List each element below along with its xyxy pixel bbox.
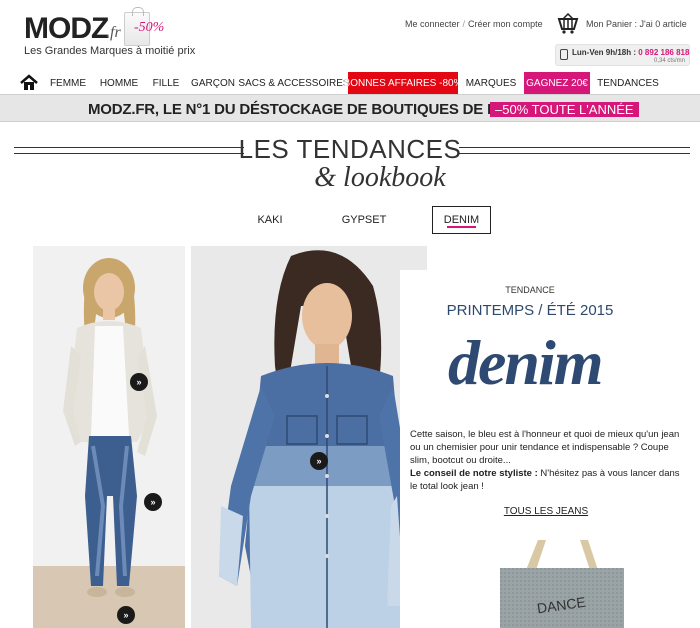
signup-link[interactable]: Créer mon compte bbox=[468, 19, 543, 29]
hours-label: Lun-Ven 9h/18h : bbox=[572, 48, 637, 57]
banner-part2: N°1 DU DÉSTOCKAGE bbox=[185, 101, 344, 118]
hotspot-arrow-icon[interactable]: » bbox=[144, 493, 162, 511]
trend-panel: Tendance PRINTEMPS / ÉTÉ 2015 denim Cett… bbox=[400, 270, 690, 628]
main-nav: Femme Homme Fille Garçon Sacs & accessoi… bbox=[14, 72, 690, 94]
nav-item-femme[interactable]: Femme bbox=[44, 72, 92, 94]
nav-item-gagnez[interactable]: Gagnez 20€ bbox=[524, 72, 590, 94]
tab-gypset[interactable]: Gypset bbox=[333, 206, 395, 234]
lookbook-photo-1[interactable]: » » » bbox=[33, 246, 185, 628]
call-cost: 0,34 cts/mn bbox=[653, 58, 685, 64]
phone-icon bbox=[560, 49, 568, 60]
basket-icon[interactable] bbox=[555, 13, 581, 35]
tab-denim-label: Denim bbox=[443, 214, 480, 226]
trend-season: PRINTEMPS / ÉTÉ 2015 bbox=[446, 302, 614, 319]
nav-item-garcon[interactable]: Garçon bbox=[186, 72, 240, 94]
tab-kaki[interactable]: Kaki bbox=[243, 206, 297, 234]
phone-number: 0 892 186 818 bbox=[638, 48, 690, 57]
nav-item-tendances[interactable]: Tendances bbox=[590, 72, 666, 94]
banner-part1: MODZ.FR, LE bbox=[88, 101, 186, 118]
lookbook-photo-2[interactable]: » bbox=[191, 246, 427, 628]
basket-label[interactable]: Mon Panier : J'ai 0 article bbox=[586, 19, 687, 29]
logo-tagline: Les Grandes Marques à moitié prix bbox=[24, 45, 196, 57]
login-link[interactable]: Me connecter bbox=[405, 19, 460, 29]
nav-item-sacs-accessoires[interactable]: Sacs & accessoires bbox=[238, 72, 349, 94]
trend-kicker: Tendance bbox=[505, 285, 555, 295]
account-separator: / bbox=[462, 19, 466, 29]
logo-tld: .fr bbox=[106, 24, 121, 41]
banner-message: MODZ.FR, LE N°1 DU DÉSTOCKAGE DE BOUTIQU… bbox=[88, 101, 535, 118]
logo[interactable]: MODZ .fr -50% Les Grandes Marques à moit… bbox=[24, 7, 195, 60]
trend-body-1: Cette saison, le bleu est à l'honneur et… bbox=[410, 429, 680, 466]
nav-item-homme[interactable]: Homme bbox=[92, 72, 146, 94]
logo-discount: -50% bbox=[134, 20, 165, 35]
logo-wordmark: MODZ bbox=[24, 12, 109, 45]
stylist-tip-label: Le conseil de notre styliste : bbox=[410, 468, 538, 479]
tab-denim[interactable]: Denim bbox=[432, 206, 491, 234]
hotspot-arrow-icon[interactable]: » bbox=[117, 606, 135, 624]
banner-promo-badge[interactable]: –50% TOUTE L'ANNÉE bbox=[490, 102, 639, 117]
hours-line: Lun-Ven 9h/18h : 0 892 186 818 bbox=[572, 48, 689, 57]
home-icon[interactable] bbox=[14, 72, 44, 94]
customer-service-box: Lun-Ven 9h/18h : 0 892 186 818 0,34 cts/… bbox=[555, 44, 690, 66]
page-title: LES TENDANCES bbox=[238, 134, 462, 164]
nav-item-fille[interactable]: Fille bbox=[146, 72, 186, 94]
promo-banner: MODZ.FR, LE N°1 DU DÉSTOCKAGE DE BOUTIQU… bbox=[0, 94, 700, 122]
trend-description: Cette saison, le bleu est à l'honneur et… bbox=[410, 428, 682, 493]
account-links: Me connecter / Créer mon compte bbox=[405, 19, 543, 29]
hotspot-arrow-icon[interactable]: » bbox=[130, 373, 148, 391]
nav-item-marques[interactable]: Marques bbox=[458, 72, 524, 94]
tab-active-underline bbox=[447, 226, 476, 228]
hotspot-arrow-icon[interactable]: » bbox=[310, 452, 328, 470]
trend-script-title: denim bbox=[448, 327, 604, 398]
all-jeans-link[interactable]: Tous les jeans bbox=[400, 506, 692, 517]
tote-bag-image[interactable]: DANCE bbox=[480, 540, 640, 628]
page-subtitle: & lookbook bbox=[314, 162, 446, 193]
nav-item-bonnes-affaires[interactable]: Bonnes affaires -80% bbox=[344, 72, 462, 94]
